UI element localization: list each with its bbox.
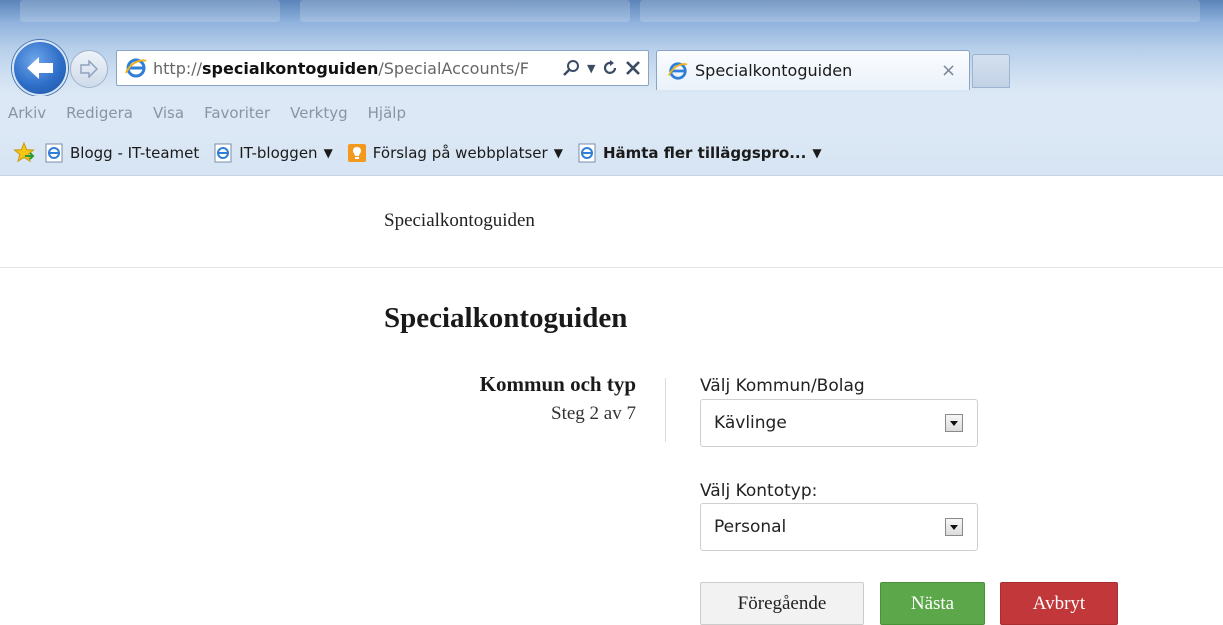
chevron-down-icon[interactable] — [945, 414, 963, 432]
step-counter: Steg 2 av 7 — [551, 403, 636, 424]
forward-button[interactable] — [70, 50, 108, 88]
blurred-title-strip — [20, 0, 280, 22]
favorite-forslag-pa-webbplatser[interactable]: Förslag på webbplatser ▼ — [347, 143, 563, 163]
dropdown-arrow-icon[interactable]: ▼ — [554, 146, 563, 160]
new-tab-button[interactable] — [972, 54, 1010, 88]
kontotyp-select[interactable]: Personal — [700, 503, 978, 551]
tab-specialkontoguiden[interactable]: Specialkontoguiden × — [656, 50, 970, 90]
menu-item-visa[interactable]: Visa — [153, 104, 184, 122]
ie-page-icon — [577, 143, 597, 163]
ie-page-icon — [213, 143, 233, 163]
page-title: Specialkontoguiden — [384, 302, 628, 334]
menu-item-redigera[interactable]: Redigera — [66, 104, 133, 122]
kommun-label: Välj Kommun/Bolag — [700, 376, 865, 396]
ie-logo-icon — [123, 55, 149, 81]
kontotyp-label: Välj Kontotyp: — [700, 481, 818, 501]
ie-page-icon — [44, 143, 64, 163]
stop-icon[interactable] — [625, 60, 641, 76]
forward-arrow-icon — [80, 60, 99, 78]
dropdown-arrow-icon[interactable]: ▼ — [324, 146, 333, 160]
dropdown-arrow-icon[interactable]: ▼ — [812, 146, 821, 160]
menu-bar: Arkiv Redigera Visa Favoriter Verktyg Hj… — [0, 96, 1223, 130]
chevron-down-icon[interactable] — [945, 518, 963, 536]
blurred-title-strip — [300, 0, 630, 22]
back-arrow-icon — [27, 57, 53, 79]
site-header: Specialkontoguiden — [0, 184, 1223, 268]
kontotyp-select-value: Personal — [714, 517, 787, 537]
vertical-divider — [665, 378, 666, 442]
tab-title: Specialkontoguiden — [695, 61, 853, 80]
next-button[interactable]: Nästa — [880, 582, 985, 625]
close-icon[interactable]: × — [941, 60, 956, 81]
step-info: Kommun och typ Steg 2 av 7 — [384, 372, 636, 425]
ie-logo-icon — [667, 60, 689, 82]
search-dropdown-icon[interactable]: ▼ — [587, 62, 595, 75]
menu-item-favoriter[interactable]: Favoriter — [204, 104, 270, 122]
kommun-select[interactable]: Kävlinge — [700, 399, 978, 447]
address-tools: ▼ — [563, 59, 641, 77]
previous-button[interactable]: Föregående — [700, 582, 864, 625]
cancel-button[interactable]: Avbryt — [1000, 582, 1118, 625]
address-url[interactable]: http://specialkontoguiden/SpecialAccount… — [153, 59, 557, 78]
menu-item-verktyg[interactable]: Verktyg — [290, 104, 347, 122]
browser-chrome: http://specialkontoguiden/SpecialAccount… — [0, 0, 1223, 184]
menu-item-arkiv[interactable]: Arkiv — [8, 104, 46, 122]
address-bar[interactable]: http://specialkontoguiden/SpecialAccount… — [116, 50, 649, 86]
search-icon[interactable] — [563, 59, 581, 77]
kommun-select-value: Kävlinge — [714, 413, 787, 433]
step-title: Kommun och typ — [479, 372, 636, 396]
favorites-star-icon[interactable] — [12, 141, 36, 165]
blurred-title-strip — [640, 0, 1200, 22]
favorites-bar: Blogg - IT-teamet IT-bloggen ▼ Förslag p… — [0, 130, 1223, 176]
site-brand-link[interactable]: Specialkontoguiden — [384, 210, 535, 232]
favorite-hamta-fler-tillaggsprogram[interactable]: Hämta fler tilläggspro... ▼ — [577, 143, 822, 163]
menu-item-hjalp[interactable]: Hjälp — [368, 104, 406, 122]
favorite-it-bloggen[interactable]: IT-bloggen ▼ — [213, 143, 333, 163]
back-button[interactable] — [12, 40, 68, 96]
refresh-icon[interactable] — [601, 59, 619, 77]
favorite-blogg-it-teamet[interactable]: Blogg - IT-teamet — [44, 143, 199, 163]
suggested-sites-icon — [347, 143, 367, 163]
title-bar: http://specialkontoguiden/SpecialAccount… — [0, 0, 1223, 96]
